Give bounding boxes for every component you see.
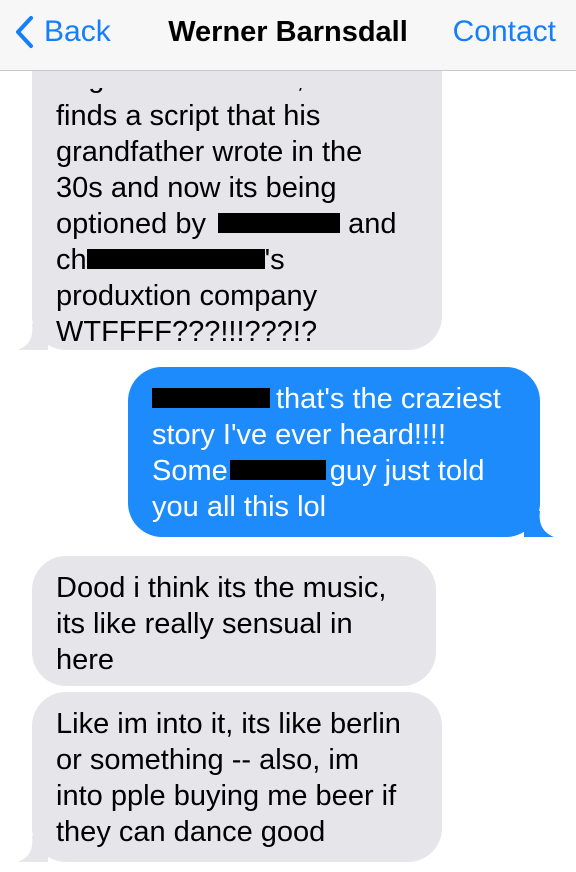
message-text: 's	[264, 244, 285, 276]
message-text-line: they can dance good	[56, 816, 326, 848]
message-text-line: or something -- also, im	[56, 744, 359, 776]
chevron-left-icon	[16, 16, 33, 48]
incoming-message-bubble[interactable]: dogs underneath it, and he finds a scrip…	[18, 30, 442, 350]
message-text-line: here	[56, 644, 115, 676]
contact-button[interactable]: Contact	[453, 12, 556, 52]
message-text-line: finds a script that his	[56, 100, 321, 132]
message-text-line: story I've ever heard!!!!	[152, 419, 447, 451]
message-text-line: Dood i think its the music,	[56, 572, 387, 604]
incoming-message-bubble[interactable]: Like im into it, its like berlin or some…	[18, 692, 442, 862]
message-text-line: that's the craziest	[152, 381, 516, 417]
message-text: optioned by	[56, 208, 206, 240]
redaction-bar	[86, 249, 265, 270]
incoming-message-bubble[interactable]: Dood i think its the music, its like rea…	[32, 556, 436, 686]
message-text-line: into pple buying me beer if	[56, 780, 397, 812]
message-text-line: ch 's	[56, 242, 418, 278]
message-text: Some	[152, 455, 228, 487]
redaction-bar	[152, 388, 270, 409]
message-text: and	[348, 208, 397, 240]
outgoing-message-bubble[interactable]: that's the craziest story I've ever hear…	[128, 367, 554, 537]
redaction-bar	[218, 213, 341, 234]
message-text-line: you all this lol	[152, 491, 327, 523]
message-text-line: WTFFFF???!!!???!?	[56, 316, 318, 348]
back-button[interactable]: Back	[14, 12, 111, 52]
navigation-bar: Back Werner Barnsdall Contact	[0, 0, 576, 71]
message-text-line: grandfather wrote in the	[56, 136, 363, 168]
back-button-label: Back	[44, 15, 111, 48]
message-thread: dogs underneath it, and he finds a scrip…	[0, 0, 576, 872]
message-text-line: produxtion company	[56, 280, 318, 312]
message-text: ch	[56, 244, 87, 276]
bubble-tail	[18, 836, 48, 862]
message-text-line: optioned by and	[56, 206, 418, 242]
bubble-tail	[18, 324, 48, 350]
message-text-line: its like really sensual in	[56, 608, 353, 640]
message-text: guy just told	[329, 455, 485, 487]
message-text-line: 30s and now its being	[56, 172, 337, 204]
message-text-line: Some guy just told	[152, 453, 516, 489]
message-text: that's the craziest	[276, 383, 501, 415]
redaction-bar	[229, 460, 326, 481]
bubble-tail	[524, 511, 554, 537]
message-text-line: Like im into it, its like berlin	[56, 708, 401, 740]
